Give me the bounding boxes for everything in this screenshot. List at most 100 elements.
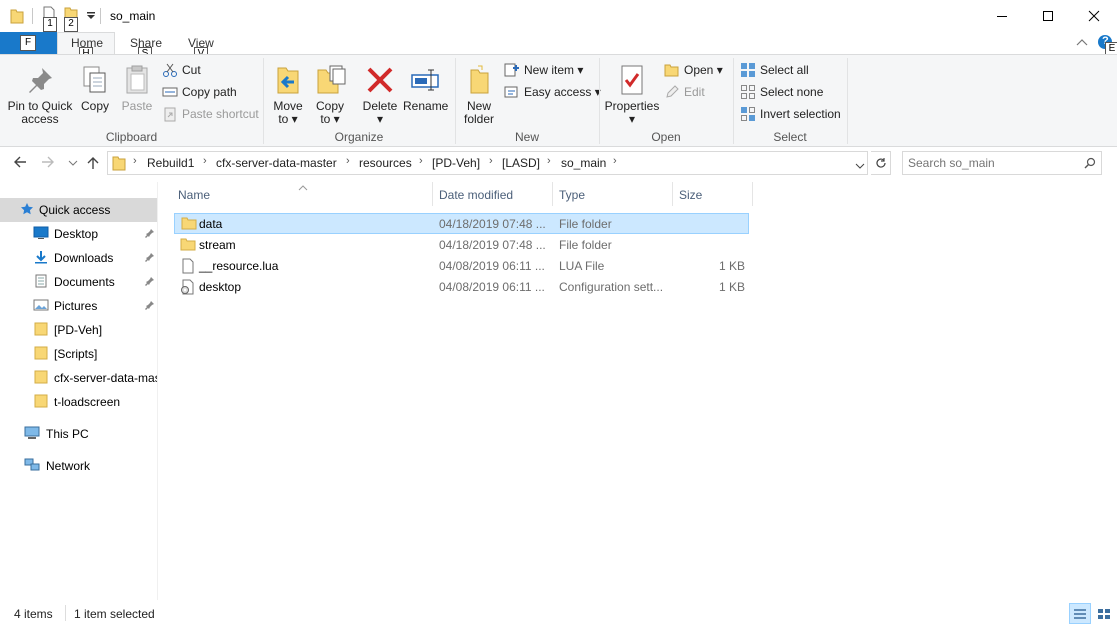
breadcrumb-pd-veh[interactable]: [PD-Veh] <box>432 156 480 170</box>
breadcrumb-chevron[interactable]: › <box>613 155 617 167</box>
address-dropdown-icon[interactable] <box>855 159 865 173</box>
quick-access-badge-1: 1 <box>43 17 57 32</box>
sidebar-item-downloads[interactable]: Downloads <box>0 246 157 270</box>
sidebar-item-documents[interactable]: Documents <box>0 270 157 294</box>
paste-shortcut-icon <box>162 106 178 122</box>
breadcrumb-chevron[interactable]: › <box>346 155 350 167</box>
select-all-button[interactable]: Select all <box>740 61 809 79</box>
sidebar-item-label: [PD-Veh] <box>54 323 103 337</box>
pin-to-quick-access-button[interactable]: Pin to Quick access <box>4 64 76 126</box>
new-folder-button[interactable]: New folder <box>459 64 499 126</box>
delete-dropdown-arrow: ▾ <box>376 112 384 126</box>
details-view-icon[interactable] <box>1069 603 1091 624</box>
copy-to-button[interactable]: Copy to ▾ <box>312 64 348 126</box>
breadcrumb-cfx-server-data-master[interactable]: cfx-server-data-master <box>216 156 337 170</box>
properties-dropdown-arrow: ▾ <box>628 112 636 126</box>
easy-access-button[interactable]: Easy access ▾ <box>504 83 601 101</box>
column-header-size[interactable]: Size <box>679 188 702 202</box>
table-row[interactable]: stream 04/18/2019 07:48 ... File folder <box>174 234 749 255</box>
properties-icon <box>616 64 648 96</box>
collapse-ribbon-icon[interactable] <box>1076 36 1088 50</box>
pin-icon[interactable] <box>145 252 155 265</box>
search-icon[interactable] <box>1084 157 1096 172</box>
sidebar-item-label: Documents <box>54 275 115 289</box>
sidebar-item-t-loadscreen[interactable]: t-loadscreen <box>0 390 157 414</box>
pin-icon[interactable] <box>145 300 155 313</box>
table-row[interactable]: desktop 04/08/2019 06:11 ... Configurati… <box>174 276 749 297</box>
desktop-icon <box>33 226 49 243</box>
search-input[interactable] <box>908 154 1078 172</box>
status-item-count: 4 items <box>14 607 53 621</box>
forward-arrow-icon[interactable] <box>40 155 56 172</box>
up-arrow-icon[interactable] <box>86 155 100 174</box>
properties-button[interactable]: Properties ▾ <box>604 64 660 126</box>
file-date: 04/18/2019 07:48 ... <box>439 238 546 252</box>
sidebar-item-label: Downloads <box>54 251 114 265</box>
breadcrumb-so-main[interactable]: so_main <box>561 156 606 170</box>
breadcrumb-chevron[interactable]: › <box>547 155 551 167</box>
new-item-button[interactable]: New item ▾ <box>504 61 583 79</box>
cut-button[interactable]: Cut <box>162 61 201 79</box>
sidebar-item-label: Network <box>46 459 91 473</box>
breadcrumb-chevron[interactable]: › <box>489 155 493 167</box>
back-arrow-icon[interactable] <box>12 155 28 172</box>
sidebar-item-cfx-server-data-master[interactable]: cfx-server-data-mas <box>0 366 157 390</box>
sidebar-item-scripts[interactable]: [Scripts] <box>0 342 157 366</box>
large-icons-view-icon[interactable] <box>1094 603 1114 624</box>
invert-selection-button[interactable]: Invert selection <box>740 105 841 123</box>
copy-button[interactable]: Copy <box>78 64 112 113</box>
sidebar-item-quick-access[interactable]: Quick access <box>0 198 157 222</box>
close-button[interactable] <box>1071 0 1117 32</box>
invert-selection-icon <box>740 106 756 122</box>
breadcrumb-lasd[interactable]: [LASD] <box>502 156 540 170</box>
column-header-date-modified[interactable]: Date modified <box>439 188 513 202</box>
copy-path-button[interactable]: Copy path <box>162 83 237 101</box>
title-bar: 1 2 so_main <box>0 0 1117 32</box>
tab-file[interactable]: F <box>0 32 57 54</box>
open-button[interactable]: Open ▾ <box>664 61 723 79</box>
file-type: LUA File <box>559 259 605 273</box>
breadcrumb-resources[interactable]: resources <box>359 156 412 170</box>
open-folder-icon <box>664 62 680 78</box>
column-header-name[interactable]: Name <box>178 188 210 202</box>
pin-icon[interactable] <box>145 228 155 241</box>
pictures-icon <box>33 298 49 315</box>
folder-icon <box>33 322 49 339</box>
sidebar-item-this-pc[interactable]: This PC <box>0 422 157 446</box>
sidebar-item-label: t-loadscreen <box>54 395 121 409</box>
breadcrumb-chevron[interactable]: › <box>419 155 423 167</box>
breadcrumb-chevron[interactable]: › <box>203 155 207 167</box>
table-row[interactable]: __resource.lua 04/08/2019 06:11 ... LUA … <box>174 255 749 276</box>
copy-path-icon <box>162 84 178 100</box>
sidebar-item-pd-veh[interactable]: [PD-Veh] <box>0 318 157 342</box>
breadcrumb-rebuild1[interactable]: Rebuild1 <box>147 156 194 170</box>
sidebar-item-label: Pictures <box>54 299 98 313</box>
new-item-label: New item ▾ <box>524 63 584 77</box>
column-header-type[interactable]: Type <box>559 188 585 202</box>
sidebar-item-desktop[interactable]: Desktop <box>0 222 157 246</box>
open-group-label: Open <box>651 130 681 144</box>
recent-locations-icon[interactable] <box>68 157 78 171</box>
table-row[interactable]: data 04/18/2019 07:48 ... File folder <box>174 213 749 234</box>
edit-button[interactable]: Edit <box>664 83 705 101</box>
paste-button[interactable]: Paste <box>118 64 156 113</box>
rename-button[interactable]: Rename <box>403 64 448 113</box>
refresh-icon[interactable] <box>871 151 891 175</box>
paste-icon <box>121 64 153 96</box>
downloads-icon <box>33 250 49 267</box>
paste-shortcut-button[interactable]: Paste shortcut <box>162 105 259 123</box>
sidebar-item-pictures[interactable]: Pictures <box>0 294 157 318</box>
select-none-button[interactable]: Select none <box>740 83 823 101</box>
invert-selection-label: Invert selection <box>760 107 841 121</box>
sidebar-item-network[interactable]: Network <box>0 454 157 478</box>
new-group-label: New <box>514 130 539 144</box>
breadcrumb-chevron[interactable]: › <box>133 155 137 167</box>
pin-icon[interactable] <box>145 276 155 289</box>
delete-button[interactable]: Delete ▾ <box>360 64 400 126</box>
move-to-button[interactable]: Move to ▾ <box>270 64 306 126</box>
maximize-button[interactable] <box>1025 0 1071 32</box>
minimize-button[interactable] <box>979 0 1025 32</box>
sidebar-item-label: This PC <box>46 427 89 441</box>
delete-x-icon <box>364 64 396 96</box>
customize-quick-access-icon[interactable] <box>86 10 96 24</box>
